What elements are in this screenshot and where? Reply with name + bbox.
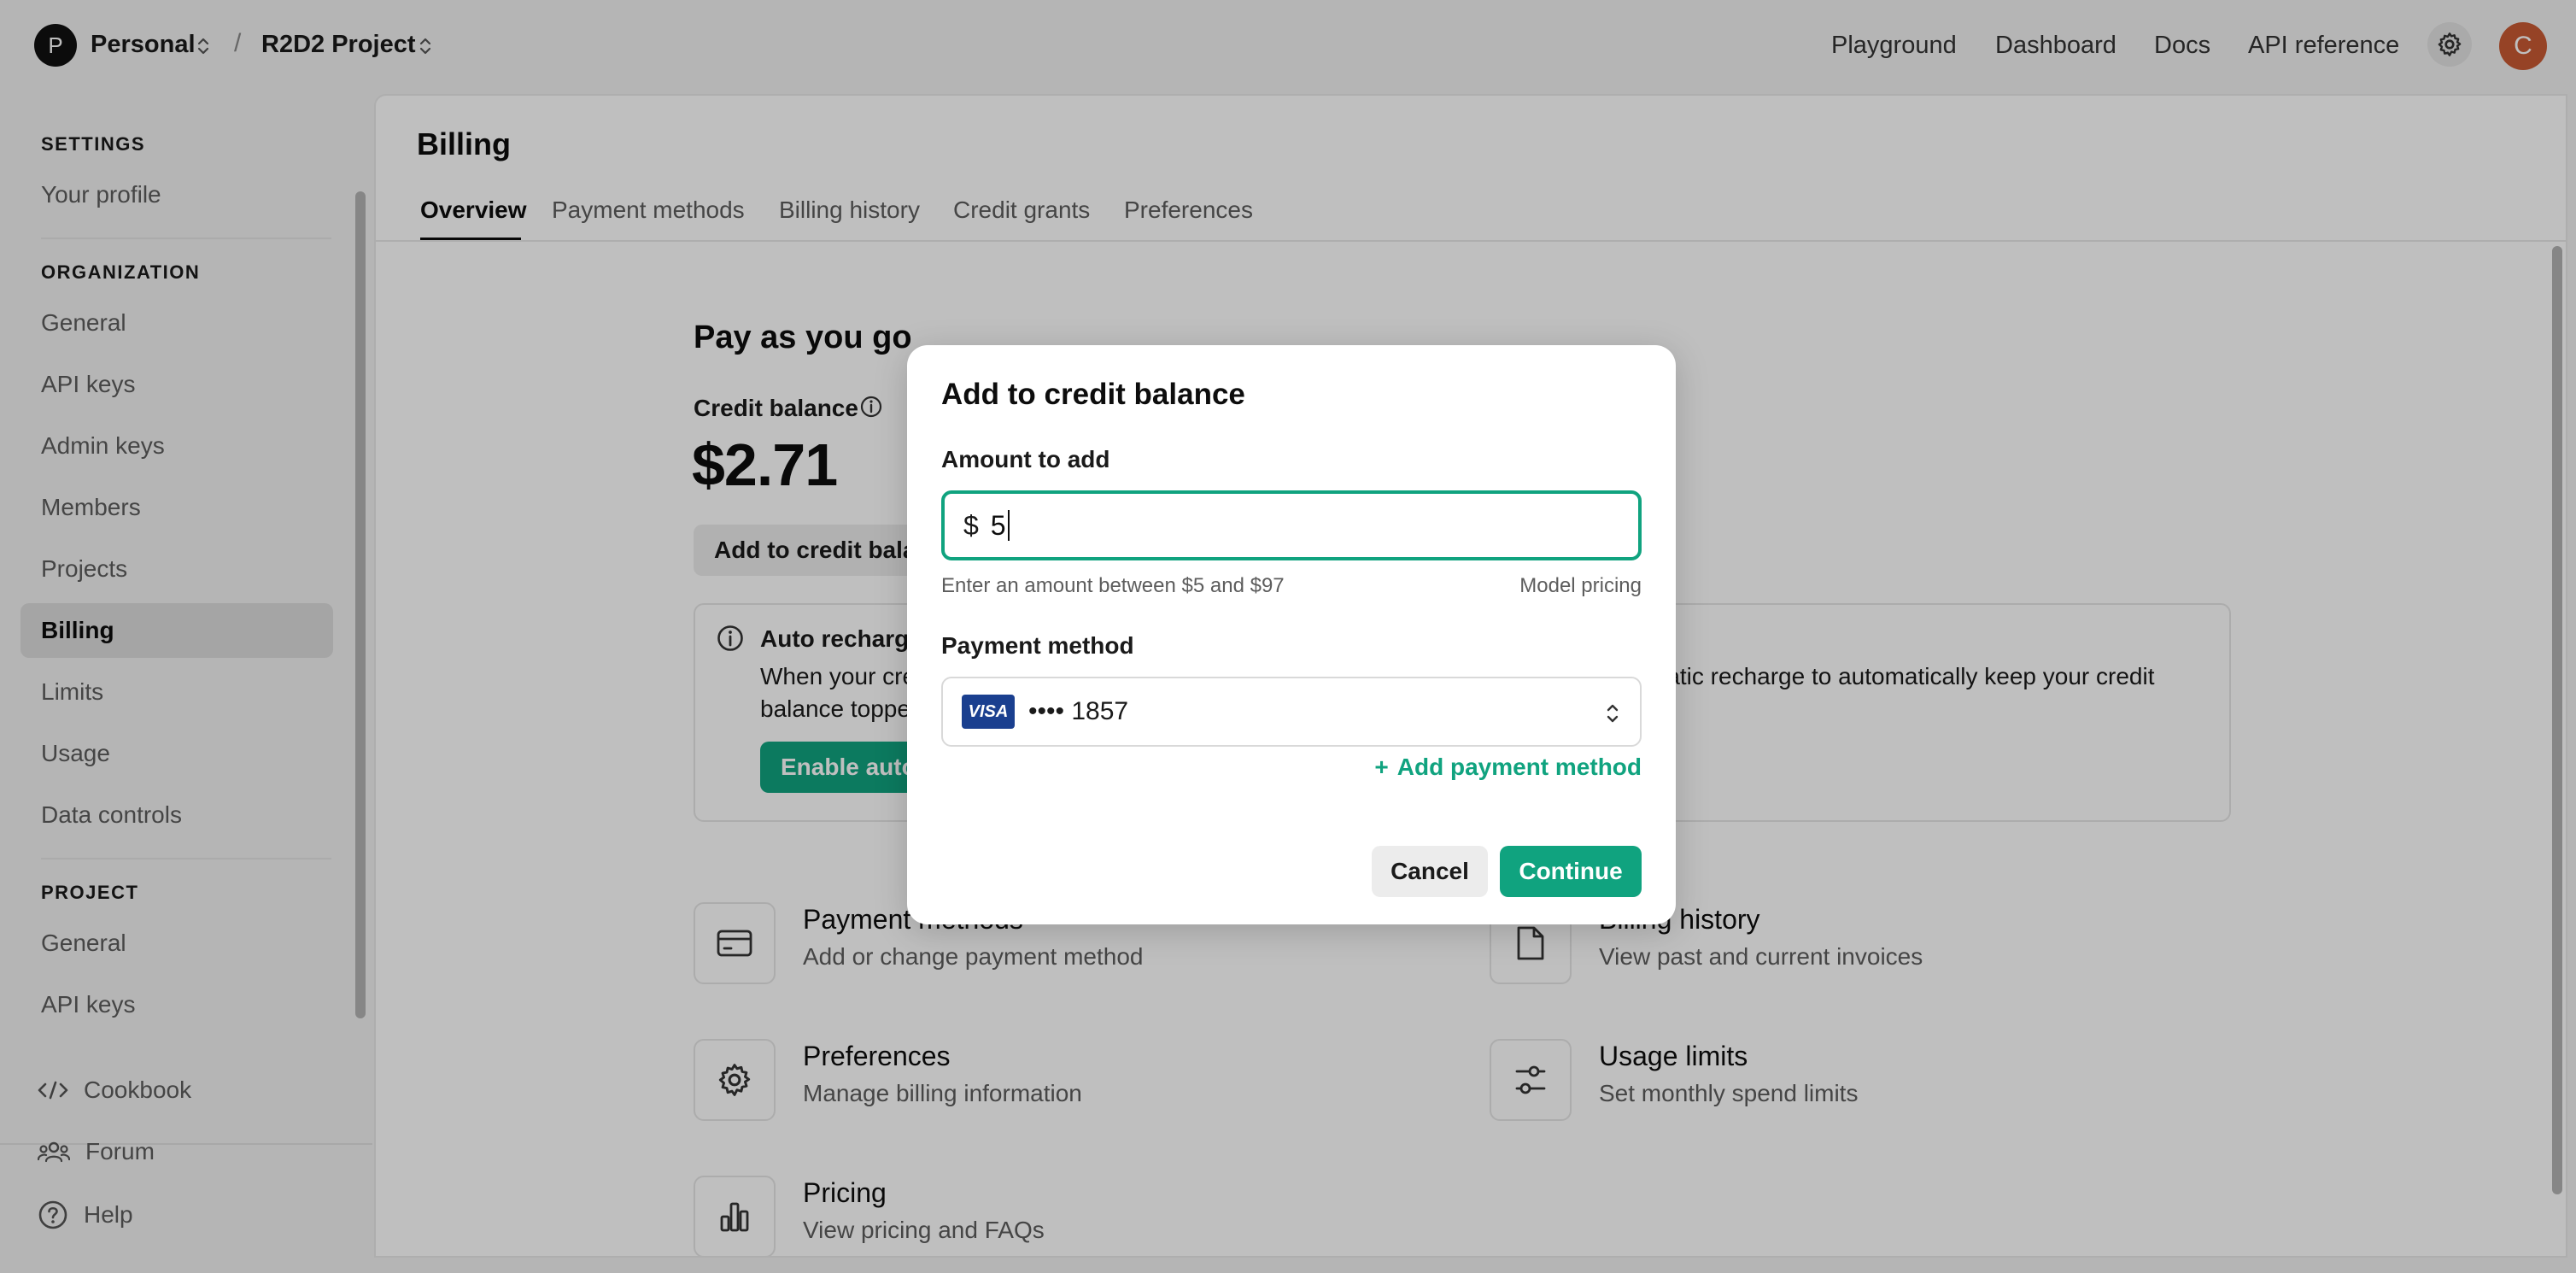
- amount-input[interactable]: $ 5: [941, 490, 1642, 560]
- payment-method-select[interactable]: VISA •••• 1857: [941, 677, 1642, 747]
- amount-value: 5: [990, 509, 1006, 541]
- add-payment-method-label: Add payment method: [1396, 754, 1642, 780]
- payment-method-label: Payment method: [941, 632, 1134, 659]
- amount-hint: Enter an amount between $5 and $97: [941, 574, 1285, 597]
- card-number: •••• 1857: [1028, 697, 1129, 725]
- app-root: P Personal / R2D2 Project Playground Das…: [0, 0, 2576, 1273]
- continue-button[interactable]: Continue: [1500, 846, 1642, 897]
- add-credit-dialog: Add to credit balance Amount to add $ 5 …: [907, 345, 1676, 924]
- plus-icon: +: [1374, 754, 1389, 780]
- add-payment-method-link[interactable]: + Add payment method: [1374, 754, 1642, 781]
- visa-card-icon: VISA: [962, 695, 1015, 729]
- chevron-updown-icon: [1607, 704, 1619, 723]
- cancel-button[interactable]: Cancel: [1372, 846, 1488, 897]
- text-cursor: [1007, 510, 1010, 541]
- currency-symbol: $: [963, 509, 979, 541]
- dialog-title: Add to credit balance: [941, 378, 1245, 411]
- amount-label: Amount to add: [941, 446, 1110, 472]
- model-pricing-link[interactable]: Model pricing: [1519, 574, 1642, 598]
